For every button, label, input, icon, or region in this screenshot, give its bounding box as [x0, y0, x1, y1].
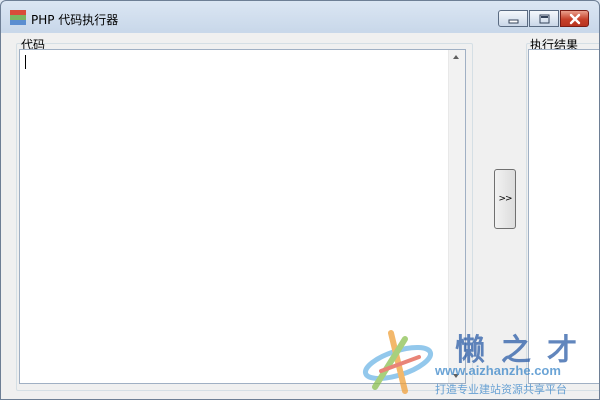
app-icon: [10, 10, 26, 25]
maximize-button[interactable]: [529, 10, 559, 27]
text-caret: [25, 55, 26, 69]
window-title: PHP 代码执行器: [31, 13, 119, 27]
close-icon: [569, 13, 581, 25]
maximize-icon: [539, 14, 550, 24]
minimize-button[interactable]: [498, 10, 528, 27]
app-window: PHP 代码执行器 代码 >> 执行结果 懒之才 www.aizhanzhe.c…: [0, 0, 600, 400]
watermark: 懒之才 www.aizhanzhe.com 打造专业建站资源共享平台: [361, 323, 599, 399]
watermark-logo-icon: [362, 330, 434, 394]
run-button[interactable]: >>: [494, 169, 516, 229]
title-bar[interactable]: PHP 代码执行器: [1, 1, 599, 33]
minimize-icon: [508, 19, 519, 24]
close-button[interactable]: [560, 10, 589, 27]
watermark-slogan: 打造专业建站资源共享平台: [435, 383, 567, 396]
watermark-url: www.aizhanzhe.com: [435, 363, 561, 378]
scroll-up-arrow-icon[interactable]: [453, 55, 459, 59]
